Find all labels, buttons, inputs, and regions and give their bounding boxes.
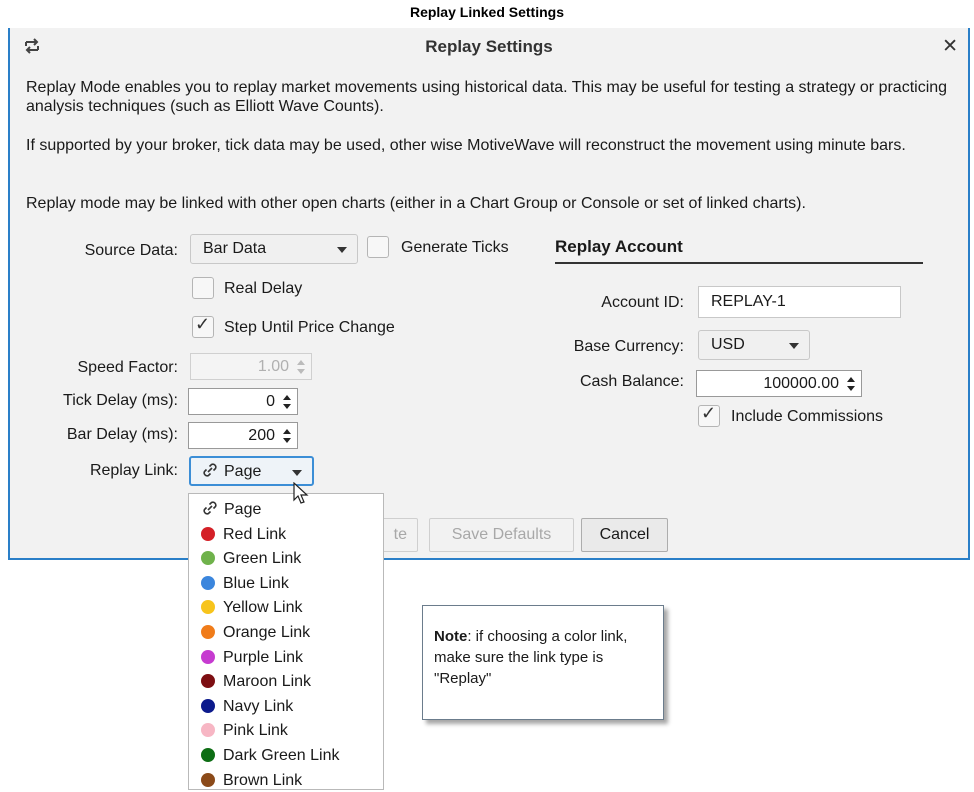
tick-delay-label: Tick Delay (ms):	[63, 392, 178, 409]
source-data-label: Source Data:	[84, 242, 178, 259]
replay-settings-dialog: Replay Settings ✕ Replay Mode enables yo…	[8, 28, 970, 560]
color-dot-icon	[201, 698, 215, 713]
dropdown-item-yellow-link[interactable]: Yellow Link	[201, 597, 302, 619]
chevron-down-icon	[337, 247, 347, 253]
page-title: Replay Linked Settings	[409, 4, 565, 20]
dropdown-item-label: Dark Green Link	[223, 747, 340, 764]
real-delay-checkbox[interactable]	[192, 277, 214, 299]
spinner-arrows-icon	[297, 360, 305, 374]
dropdown-item-orange-link[interactable]: Orange Link	[201, 622, 310, 644]
description-paragraph-1: Replay Mode enables you to replay market…	[26, 79, 948, 115]
close-icon[interactable]: ✕	[942, 35, 958, 58]
check-icon: ✓	[195, 314, 211, 334]
dropdown-item-dark-green-link[interactable]: Dark Green Link	[201, 745, 340, 767]
generate-ticks-checkbox[interactable]	[367, 236, 389, 258]
color-dot-icon	[201, 772, 215, 787]
dropdown-item-label: Blue Link	[223, 574, 289, 592]
chevron-down-icon	[789, 343, 799, 349]
speed-factor-spinner[interactable]: 1.00	[190, 353, 312, 380]
dropdown-item-page[interactable]: Page	[201, 499, 261, 521]
include-commissions-label: Include Commissions	[731, 408, 884, 425]
description-paragraph-3: Replay mode may be linked with other ope…	[26, 195, 806, 212]
dropdown-item-label: Navy Link	[223, 697, 294, 715]
color-dot-icon	[201, 575, 215, 590]
base-currency-label: Base Currency:	[573, 338, 684, 355]
dropdown-item-purple-link[interactable]: Purple Link	[201, 647, 303, 669]
base-currency-select[interactable]: USD	[698, 330, 810, 360]
dropdown-item-brown-link[interactable]: Brown Link	[201, 770, 302, 792]
dropdown-item-label: Purple Link	[223, 648, 304, 666]
spinner-arrows-icon	[847, 377, 855, 391]
dropdown-item-red-link[interactable]: Red Link	[201, 524, 286, 546]
cancel-button[interactable]: Cancel	[581, 518, 668, 552]
replay-link-dropdown: Page Red Link Green Link Blue Link Yellow Li…	[188, 493, 384, 790]
replay-link-value: Page	[224, 463, 262, 480]
dropdown-item-label: Yellow Link	[223, 599, 303, 617]
dropdown-item-blue-link[interactable]: Blue Link	[201, 573, 289, 595]
bar-delay-spinner[interactable]: 200	[188, 422, 298, 449]
replay-link-label: Replay Link:	[89, 462, 178, 479]
source-data-value: Bar Data	[203, 240, 267, 257]
step-until-price-change-checkbox[interactable]: ✓	[192, 314, 214, 338]
color-dot-icon	[201, 625, 215, 639]
dropdown-item-label: Red Link	[223, 525, 287, 543]
dropdown-item-green-link[interactable]: Green Link	[201, 548, 301, 570]
link-icon	[203, 501, 217, 515]
bar-delay-value: 200	[248, 427, 275, 444]
color-dot-icon	[201, 748, 215, 762]
cash-balance-value: 100000.00	[763, 375, 839, 392]
cash-balance-spinner[interactable]: 100000.00	[696, 370, 862, 397]
cash-balance-label: Cash Balance:	[579, 373, 684, 390]
link-icon	[203, 463, 217, 477]
dropdown-item-label: Orange Link	[223, 624, 311, 641]
dropdown-item-label: Page	[224, 501, 262, 518]
account-id-label: Account ID:	[601, 294, 684, 311]
tick-delay-value: 0	[266, 393, 275, 410]
mouse-cursor-icon	[293, 482, 309, 504]
section-divider	[555, 262, 923, 264]
bar-delay-label: Bar Delay (ms):	[66, 426, 178, 443]
account-id-field[interactable]: REPLAY-1	[698, 286, 901, 318]
color-dot-icon	[201, 551, 215, 566]
color-dot-icon	[201, 649, 215, 664]
description-paragraph-2: If supported by your broker, tick data m…	[26, 137, 906, 154]
generate-ticks-label: Generate Ticks	[401, 239, 509, 256]
spinner-arrows-icon	[283, 395, 291, 409]
color-dot-icon	[201, 723, 215, 738]
base-currency-value: USD	[711, 336, 745, 353]
dropdown-item-navy-link[interactable]: Navy Link	[201, 696, 293, 718]
speed-factor-label: Speed Factor:	[77, 359, 179, 376]
dialog-titlebar: Replay Settings ✕	[10, 34, 968, 60]
spinner-arrows-icon	[283, 429, 291, 443]
dropdown-item-label: Green Link	[223, 550, 302, 568]
dropdown-item-label: Brown Link	[223, 771, 303, 789]
color-dot-icon	[201, 674, 215, 689]
include-commissions-checkbox[interactable]: ✓	[698, 403, 720, 427]
speed-factor-value: 1.00	[257, 358, 289, 375]
dropdown-item-maroon-link[interactable]: Maroon Link	[201, 671, 311, 693]
note-bold: Note	[434, 628, 468, 645]
dropdown-item-pink-link[interactable]: Pink Link	[201, 720, 288, 742]
chevron-down-icon	[292, 470, 302, 476]
tick-delay-spinner[interactable]: 0	[188, 388, 298, 415]
dialog-title: Replay Settings	[425, 37, 553, 56]
color-dot-icon	[201, 526, 215, 541]
note-callout: Note: if choosing a color link, make sur…	[422, 605, 664, 720]
save-defaults-button[interactable]: Save Defaults	[429, 518, 574, 552]
dropdown-item-label: Maroon Link	[223, 673, 312, 691]
replay-account-heading: Replay Account	[555, 237, 683, 256]
step-until-price-change-label: Step Until Price Change	[224, 319, 395, 336]
real-delay-label: Real Delay	[224, 280, 303, 297]
source-data-select[interactable]: Bar Data	[190, 234, 358, 264]
color-dot-icon	[201, 600, 215, 615]
check-icon: ✓	[701, 403, 717, 423]
dropdown-item-label: Pink Link	[223, 722, 288, 740]
